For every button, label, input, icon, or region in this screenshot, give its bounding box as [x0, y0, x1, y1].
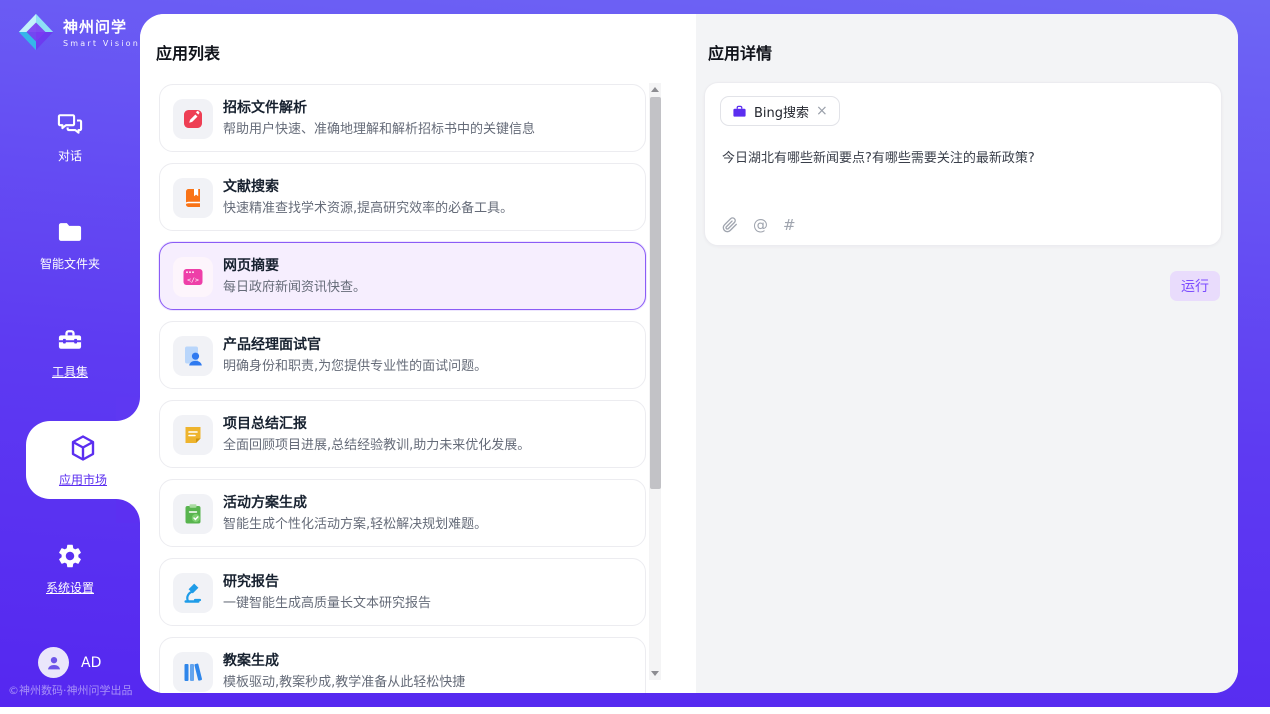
sidebar-item-label: 系统设置 [0, 579, 140, 596]
paperclip-icon[interactable] [722, 217, 738, 233]
query-input[interactable]: 今日湖北有哪些新闻要点?有哪些需要关注的最新政策? [722, 147, 1205, 166]
app-description: 明确身份和职责,为您提供专业性的面试问题。 [223, 355, 631, 374]
triangle-down-icon [651, 671, 659, 676]
sidebar: 神州问学 Smart Vision 对话 智能文件夹 [0, 0, 140, 707]
brand-subtitle: Smart Vision [63, 39, 140, 48]
sidebar-item-smart-folder[interactable]: 智能文件夹 [0, 218, 140, 272]
app-name: 产品经理面试官 [223, 334, 321, 354]
app-list-panel: 应用列表 招标文件解析 帮助用户快速、准确地理解和解析招标书中的关键信息 文献搜… [140, 14, 696, 693]
scroll-down-button[interactable] [649, 667, 661, 680]
diamond-logo-icon [16, 12, 56, 52]
clipboard-check-icon [173, 494, 213, 534]
app-list-item[interactable]: 教案生成 模板驱动,教案秒成,教学准备从此轻松快捷 [159, 637, 646, 693]
sidebar-item-label: 工具集 [0, 363, 140, 380]
sidebar-item-toolbox[interactable]: 工具集 [0, 326, 140, 380]
tool-chip-label: Bing搜索 [754, 102, 809, 121]
app-list-item-selected[interactable]: </> 网页摘要 每日政府新闻资讯快查。 [159, 242, 646, 310]
sidebar-item-settings[interactable]: 系统设置 [0, 542, 140, 596]
app-detail-panel: 应用详情 Bing搜索 × 今日湖北有哪些新闻要点?有哪些需要关注的最新政策? [696, 14, 1238, 693]
app-description: 一键智能生成高质量长文本研究报告 [223, 592, 631, 611]
user-initials: AD [81, 655, 101, 671]
copyright-text: ©神州数码·神州问学出品 [8, 682, 133, 698]
app-list-item[interactable]: 研究报告 一键智能生成高质量长文本研究报告 [159, 558, 646, 626]
input-toolbar: @ # [722, 216, 796, 234]
person-icon [44, 653, 64, 673]
prompt-card: Bing搜索 × 今日湖北有哪些新闻要点?有哪些需要关注的最新政策? @ # [704, 82, 1222, 246]
app-list-scrollbar[interactable] [649, 83, 661, 680]
toolbox-icon [56, 326, 84, 354]
brand-logo: 神州问学 Smart Vision [16, 12, 140, 52]
app-list-item[interactable]: 项目总结汇报 全面回顾项目进展,总结经验教训,助力未来优化发展。 [159, 400, 646, 468]
books-icon [173, 652, 213, 692]
app-description: 帮助用户快速、准确地理解和解析招标书中的关键信息 [223, 118, 631, 137]
interviewer-icon [173, 336, 213, 376]
app-list-item[interactable]: 产品经理面试官 明确身份和职责,为您提供专业性的面试问题。 [159, 321, 646, 389]
app-name: 文献搜索 [223, 176, 279, 196]
app-name: 活动方案生成 [223, 492, 307, 512]
briefcase-icon [732, 104, 747, 119]
sidebar-active-highlight: 应用市场 [26, 421, 140, 499]
chip-close-icon[interactable]: × [816, 104, 828, 118]
scrollbar-thumb[interactable] [650, 97, 661, 489]
user-account[interactable]: AD [38, 647, 101, 678]
app-list-item[interactable]: 活动方案生成 智能生成个性化活动方案,轻松解决规划难题。 [159, 479, 646, 547]
gear-icon [56, 542, 84, 570]
tool-chip-bing-search[interactable]: Bing搜索 × [720, 96, 840, 126]
app-description: 模板驱动,教案秒成,教学准备从此轻松快捷 [223, 671, 631, 690]
app-name: 网页摘要 [223, 255, 279, 275]
app-name: 教案生成 [223, 650, 279, 670]
sidebar-item-label: 应用市场 [26, 471, 140, 488]
run-button[interactable]: 运行 [1170, 271, 1220, 301]
at-icon[interactable]: @ [753, 216, 768, 234]
sidebar-item-chat[interactable]: 对话 [0, 110, 140, 164]
book-icon [173, 178, 213, 218]
browser-code-icon: </> [173, 257, 213, 297]
app-frame: 神州问学 Smart Vision 对话 智能文件夹 [0, 0, 1270, 707]
app-name: 研究报告 [223, 571, 279, 591]
app-name: 项目总结汇报 [223, 413, 307, 433]
app-description: 快速精准查找学术资源,提高研究效率的必备工具。 [223, 197, 631, 216]
app-description: 每日政府新闻资讯快查。 [223, 276, 631, 295]
sidebar-item-label: 对话 [0, 147, 140, 164]
sidebar-item-app-market[interactable]: 应用市场 [26, 433, 140, 488]
document-edit-icon [173, 99, 213, 139]
app-name: 招标文件解析 [223, 97, 307, 117]
triangle-up-icon [651, 87, 659, 92]
app-list-item[interactable]: 文献搜索 快速精准查找学术资源,提高研究效率的必备工具。 [159, 163, 646, 231]
microscope-icon [173, 573, 213, 613]
scroll-up-button[interactable] [649, 83, 661, 96]
chat-icon [56, 110, 84, 138]
active-curve-bottom [116, 499, 140, 523]
folder-icon [56, 218, 84, 246]
cube-icon [68, 448, 98, 467]
app-list-title: 应用列表 [156, 40, 220, 64]
avatar [38, 647, 69, 678]
hash-icon[interactable]: # [783, 216, 796, 234]
main-content: 应用列表 招标文件解析 帮助用户快速、准确地理解和解析招标书中的关键信息 文献搜… [140, 14, 1238, 693]
brand-name: 神州问学 [63, 16, 140, 37]
sidebar-item-label: 智能文件夹 [0, 255, 140, 272]
app-description: 智能生成个性化活动方案,轻松解决规划难题。 [223, 513, 631, 532]
app-list-item[interactable]: 招标文件解析 帮助用户快速、准确地理解和解析招标书中的关键信息 [159, 84, 646, 152]
app-description: 全面回顾项目进展,总结经验教训,助力未来优化发展。 [223, 434, 631, 453]
app-detail-title: 应用详情 [708, 40, 772, 64]
svg-text:</>: </> [187, 276, 199, 284]
note-icon [173, 415, 213, 455]
active-curve-top [116, 397, 140, 421]
